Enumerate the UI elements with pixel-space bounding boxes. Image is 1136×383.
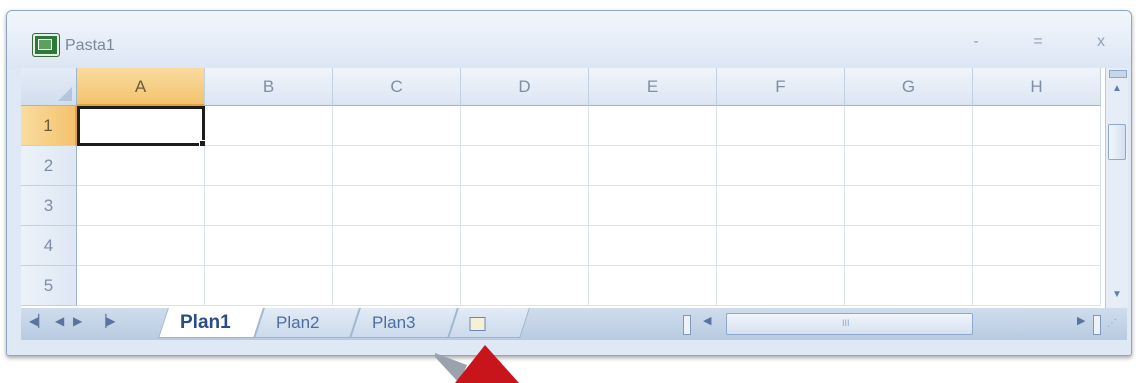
scroll-left-icon[interactable]: ◀ [703, 314, 711, 327]
sheet-tab-bar: ◀▏ ◀ ▶ ▕▶ Plan1 Plan2 Plan3 ◀ III ▶ ⋰ [21, 308, 1127, 340]
row-header-4[interactable]: 4 [21, 226, 77, 266]
scroll-right-icon[interactable]: ▶ [1077, 314, 1085, 327]
cell-a3[interactable] [77, 186, 205, 226]
cell-b5[interactable] [205, 266, 333, 306]
cell-b4[interactable] [205, 226, 333, 266]
row-header-3[interactable]: 3 [21, 186, 77, 226]
cell-g2[interactable] [845, 146, 973, 186]
column-header-c[interactable]: C [333, 68, 461, 106]
cell-e5[interactable] [589, 266, 717, 306]
cell-d4[interactable] [461, 226, 589, 266]
cell-f2[interactable] [717, 146, 845, 186]
sheet-tab-label: Plan1 [180, 312, 231, 333]
cell-f5[interactable] [717, 266, 845, 306]
cell-c3[interactable] [333, 186, 461, 226]
last-sheet-icon[interactable]: ▕▶ [97, 314, 115, 328]
cell-d5[interactable] [461, 266, 589, 306]
cell-e1[interactable] [589, 106, 717, 146]
scroll-down-icon[interactable]: ▼ [1108, 286, 1126, 304]
split-box-right[interactable] [1093, 315, 1101, 335]
column-header-f[interactable]: F [717, 68, 845, 106]
window-title: Pasta1 [65, 37, 115, 54]
cell-h2[interactable] [973, 146, 1101, 186]
cell-h3[interactable] [973, 186, 1101, 226]
cell-c4[interactable] [333, 226, 461, 266]
cell-b3[interactable] [205, 186, 333, 226]
column-header-d[interactable]: D [461, 68, 589, 106]
vertical-scrollbar[interactable]: ▲ ▼ [1105, 68, 1128, 308]
cell-e4[interactable] [589, 226, 717, 266]
sheet-tab-plan1[interactable]: Plan1 [158, 308, 264, 338]
cell-a5[interactable] [77, 266, 205, 306]
row-header-5[interactable]: 5 [21, 266, 77, 306]
previous-sheet-icon[interactable]: ◀ [55, 314, 64, 328]
excel-workbook-window: Pasta1 - = x A B C D E F G H 1 2 3 4 5 ▲… [6, 10, 1132, 356]
red-arrow-pointer [455, 345, 519, 383]
column-header-h[interactable]: H [973, 68, 1101, 106]
cell-c2[interactable] [333, 146, 461, 186]
next-sheet-icon[interactable]: ▶ [73, 314, 82, 328]
cell-c5[interactable] [333, 266, 461, 306]
cell-f3[interactable] [717, 186, 845, 226]
callout-arrow-icon [435, 345, 519, 383]
first-sheet-icon[interactable]: ◀▏ [29, 314, 47, 328]
cell-g4[interactable] [845, 226, 973, 266]
cell-c1[interactable] [333, 106, 461, 146]
cell-a4[interactable] [77, 226, 205, 266]
cell-g3[interactable] [845, 186, 973, 226]
cell-f4[interactable] [717, 226, 845, 266]
worksheet-grid[interactable]: A B C D E F G H 1 2 3 4 5 [21, 68, 1105, 308]
cell-h4[interactable] [973, 226, 1101, 266]
split-box-vertical[interactable] [1109, 70, 1127, 78]
cell-b2[interactable] [205, 146, 333, 186]
cell-b1[interactable] [205, 106, 333, 146]
cell-e2[interactable] [589, 146, 717, 186]
cell-d2[interactable] [461, 146, 589, 186]
cell-d3[interactable] [461, 186, 589, 226]
column-header-a[interactable]: A [77, 68, 205, 106]
column-header-g[interactable]: G [845, 68, 973, 106]
insert-worksheet-icon [469, 317, 486, 331]
row-header-2[interactable]: 2 [21, 146, 77, 186]
insert-worksheet-tab[interactable] [448, 308, 530, 338]
cell-g5[interactable] [845, 266, 973, 306]
split-box-horizontal[interactable] [683, 315, 691, 335]
row-header-1[interactable]: 1 [21, 106, 77, 146]
sheet-tab-plan3[interactable]: Plan3 [350, 308, 458, 338]
cell-f1[interactable] [717, 106, 845, 146]
title-bar[interactable]: Pasta1 - = x [7, 11, 1131, 69]
select-all-button[interactable] [21, 68, 77, 106]
scroll-up-icon[interactable]: ▲ [1108, 80, 1126, 98]
maximize-button[interactable]: = [1024, 31, 1052, 53]
cell-g1[interactable] [845, 106, 973, 146]
cell-a1[interactable] [77, 106, 207, 148]
cell-h1[interactable] [973, 106, 1101, 146]
cell-a2[interactable] [77, 146, 205, 186]
excel-app-icon[interactable] [32, 33, 60, 57]
resize-grip-icon[interactable]: ⋰ [1107, 318, 1123, 334]
cell-e3[interactable] [589, 186, 717, 226]
close-button[interactable]: x [1087, 31, 1115, 53]
column-header-e[interactable]: E [589, 68, 717, 106]
sheet-tab-plan2[interactable]: Plan2 [254, 308, 360, 338]
column-header-b[interactable]: B [205, 68, 333, 106]
scroll-thumb-grip: III [842, 318, 850, 328]
cell-h5[interactable] [973, 266, 1101, 306]
horizontal-scrollbar[interactable]: III [726, 313, 973, 335]
sheet-tab-label: Plan2 [276, 313, 320, 332]
vertical-scroll-thumb[interactable] [1108, 124, 1126, 160]
sheet-tab-label: Plan3 [372, 313, 416, 332]
minimize-button[interactable]: - [962, 31, 990, 53]
cell-d1[interactable] [461, 106, 589, 146]
